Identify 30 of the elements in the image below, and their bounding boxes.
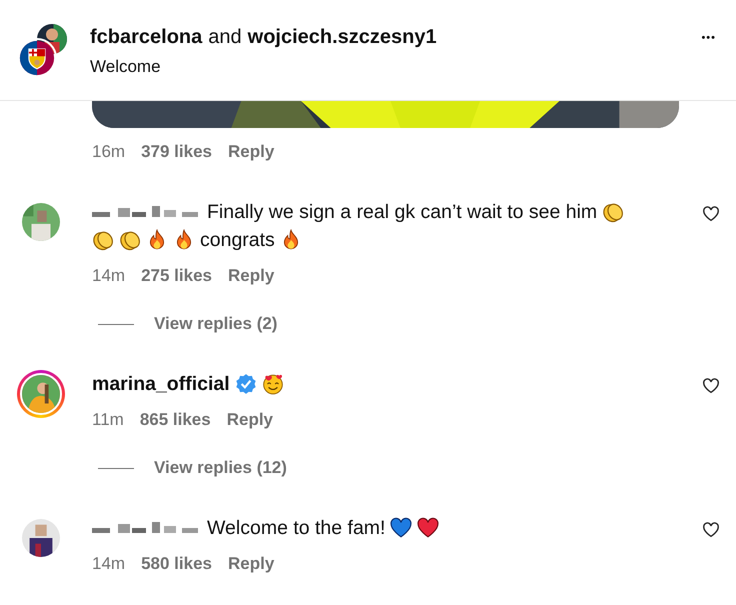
reply-link[interactable]: Reply xyxy=(228,554,274,574)
account-name[interactable]: fcbarcelona xyxy=(90,26,202,49)
heart-icon xyxy=(390,517,412,539)
likes-link[interactable]: 865 likes xyxy=(140,410,211,430)
reply-link[interactable]: Reply xyxy=(226,410,274,430)
likes-link[interactable]: 275 likes xyxy=(141,266,212,286)
heart-outline-icon xyxy=(702,520,720,538)
comment-time: 14m xyxy=(92,554,126,574)
comment-time: 11m xyxy=(92,410,124,430)
username[interactable]: marina_official xyxy=(92,372,230,396)
view-replies-link[interactable]: View replies (2) xyxy=(154,314,278,334)
more-options-button[interactable]: ••• xyxy=(701,22,716,44)
comment-text: Welcome to the fam! xyxy=(207,516,386,540)
likes-link[interactable]: 379 likes xyxy=(141,142,212,162)
account-name[interactable]: wojciech.szczesny1 xyxy=(248,26,437,49)
comment-text: congrats xyxy=(200,228,275,252)
post-caption: Welcome xyxy=(90,57,162,77)
reply-link[interactable]: Reply xyxy=(228,142,274,162)
joiner-text: and xyxy=(208,26,242,49)
heart-outline-icon xyxy=(702,376,720,394)
crest-icon xyxy=(17,38,57,78)
smiling-face-with-hearts-icon xyxy=(262,373,284,395)
likes-link[interactable]: 580 likes xyxy=(141,554,212,574)
reply-link[interactable]: Reply xyxy=(228,266,274,286)
comment-text: Finally we sign a real gk can’t wait to see him xyxy=(207,200,598,224)
comment-time: 16m xyxy=(92,142,126,162)
heart-icon xyxy=(417,517,440,539)
heart-outline-icon xyxy=(702,204,720,222)
comment-time: 14m xyxy=(92,266,126,286)
view-replies-link[interactable]: View replies (12) xyxy=(154,458,287,478)
